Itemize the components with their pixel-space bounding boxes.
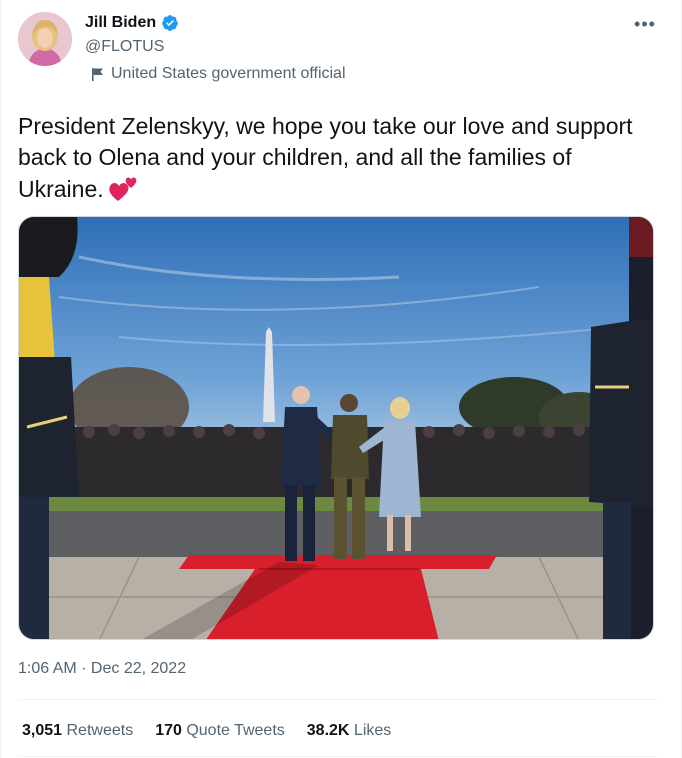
retweets-count: 3,051 — [22, 722, 63, 739]
display-name[interactable]: Jill Biden — [85, 14, 156, 32]
author-handle[interactable]: @FLOTUS — [85, 38, 164, 56]
author-name-row[interactable]: Jill Biden — [85, 14, 179, 32]
avatar[interactable] — [18, 12, 72, 66]
tweet-stats: 3,051 Retweets 170 Quote Tweets 38.2K Li… — [22, 722, 391, 740]
likes-count: 38.2K — [306, 722, 350, 739]
likes-stat[interactable]: 38.2K Likes — [307, 722, 392, 740]
likes-label: Likes — [349, 722, 392, 739]
tweet-detail: Jill Biden @FLOTUS United States governm… — [0, 0, 682, 758]
tweet-timestamp[interactable]: 1:06 AM · Dec 22, 2022 — [18, 660, 186, 678]
quote-tweets-stat[interactable]: 170 Quote Tweets — [155, 722, 285, 740]
quote-tweets-count: 170 — [155, 722, 182, 739]
divider — [18, 756, 658, 757]
photo-white-house-arrival — [19, 217, 653, 639]
flag-icon — [92, 67, 103, 81]
tweet-photo[interactable] — [18, 216, 654, 640]
two-hearts-icon — [108, 177, 137, 201]
more-options-button[interactable]: ••• — [627, 10, 663, 38]
tweet-text: President Zelenskyy, we hope you take ou… — [18, 111, 658, 205]
quote-tweets-label: Quote Tweets — [181, 722, 285, 739]
government-label-text: United States government official — [111, 65, 346, 82]
retweets-stat[interactable]: 3,051 Retweets — [22, 722, 133, 740]
verified-badge-icon — [162, 15, 178, 31]
avatar-image — [18, 12, 72, 66]
divider — [18, 699, 658, 700]
government-label[interactable]: United States government official — [91, 65, 346, 83]
retweets-label: Retweets — [62, 722, 134, 739]
